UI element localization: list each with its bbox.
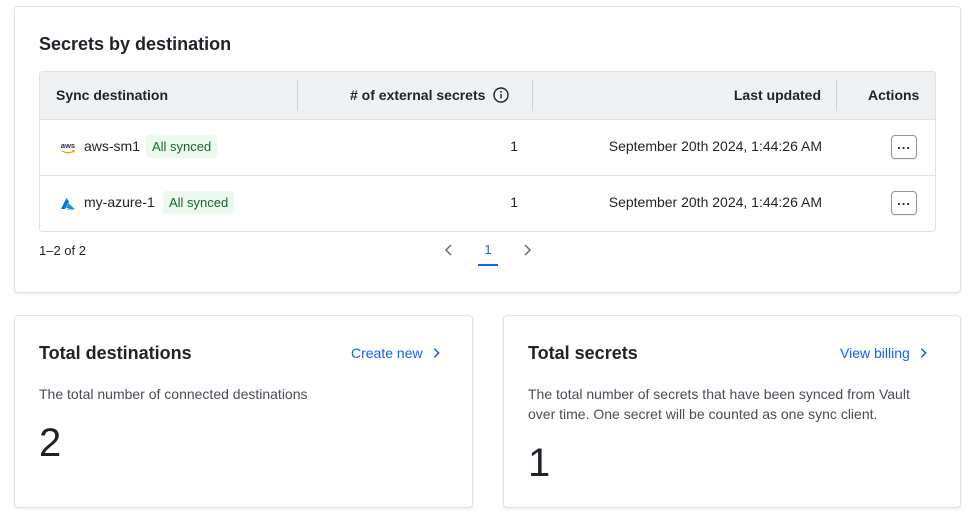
column-header-count-label: # of external secrets xyxy=(350,87,486,103)
card-description-line: over time. One secret will be counted as… xyxy=(528,406,878,422)
ellipsis-icon: ... xyxy=(897,192,911,208)
more-actions-button[interactable]: ... xyxy=(891,191,917,215)
total-secrets-card: Total secrets View billing The total num… xyxy=(503,315,961,508)
column-header-actions: Actions xyxy=(868,87,920,103)
ellipsis-icon: ... xyxy=(897,136,911,152)
column-divider xyxy=(532,80,533,111)
column-divider xyxy=(836,80,837,111)
chevron-right-icon[interactable] xyxy=(519,242,535,258)
azure-icon xyxy=(61,198,75,210)
column-divider xyxy=(297,80,298,111)
info-icon[interactable] xyxy=(493,87,509,103)
column-header-updated: Last updated xyxy=(733,87,821,103)
create-new-label: Create new xyxy=(351,345,423,361)
card-description: The total number of secrets that have be… xyxy=(528,384,910,424)
destination-name[interactable]: my-azure-1 xyxy=(84,194,155,210)
secrets-count: 1 xyxy=(510,194,518,210)
secrets-by-destination-card: Secrets by destination Sync destination … xyxy=(14,6,961,293)
card-title: Secrets by destination xyxy=(39,34,232,54)
column-header-destination: Sync destination xyxy=(56,87,169,103)
create-new-link[interactable]: Create new xyxy=(351,345,443,361)
total-destinations-value: 2 xyxy=(39,421,62,465)
last-updated: September 20th 2024, 1:44:26 AM xyxy=(608,194,822,210)
card-title: Total destinations xyxy=(39,343,192,363)
secrets-count: 1 xyxy=(510,138,518,154)
total-destinations-card: Total destinations Create new The total … xyxy=(14,315,473,508)
card-title: Total secrets xyxy=(528,343,638,363)
card-description-line: The total number of secrets that have be… xyxy=(528,386,910,402)
pagination-range: 1–2 of 2 xyxy=(39,243,86,258)
total-secrets-value: 1 xyxy=(528,441,551,485)
table-row: my-azure-1 All synced 1 September 20th 2… xyxy=(40,176,935,231)
view-billing-link[interactable]: View billing xyxy=(840,345,930,361)
chevron-right-icon xyxy=(920,348,927,358)
destination-name[interactable]: aws-sm1 xyxy=(84,138,140,154)
chevron-left-icon[interactable] xyxy=(441,242,457,258)
table-header: Sync destination # of external secrets L… xyxy=(40,72,935,120)
destinations-table: Sync destination # of external secrets L… xyxy=(39,71,936,232)
more-actions-button[interactable]: ... xyxy=(891,135,917,159)
chevron-right-icon xyxy=(433,348,440,358)
aws-icon: aws xyxy=(61,141,75,154)
svg-text:aws: aws xyxy=(61,141,75,150)
last-updated: September 20th 2024, 1:44:26 AM xyxy=(608,138,822,154)
column-header-count: # of external secrets xyxy=(350,72,509,119)
card-description: The total number of connected destinatio… xyxy=(39,386,308,402)
status-badge: All synced xyxy=(163,191,235,214)
view-billing-label: View billing xyxy=(840,345,910,361)
page-number-current[interactable]: 1 xyxy=(478,240,498,266)
table-row: aws aws-sm1 All synced 1 September 20th … xyxy=(40,120,935,176)
status-badge: All synced xyxy=(146,135,218,158)
